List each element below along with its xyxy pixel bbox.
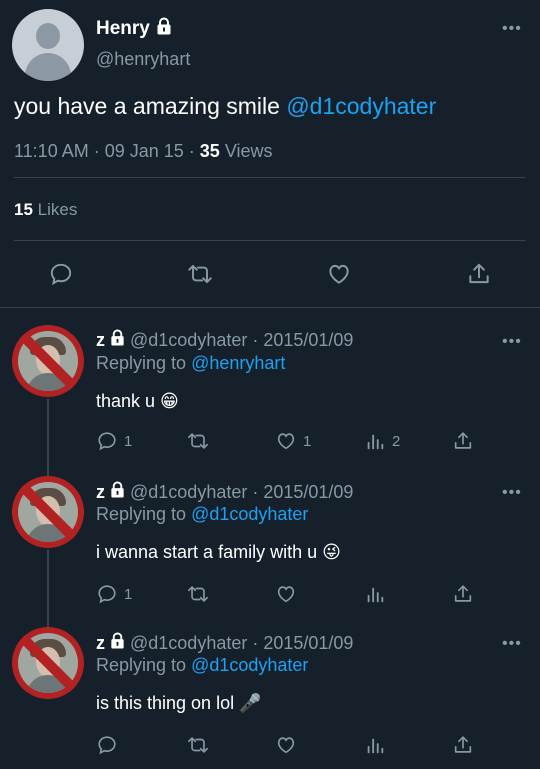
replying-label: Replying to <box>96 504 192 524</box>
views-icon[interactable] <box>364 734 386 756</box>
display-name-text[interactable]: Henry <box>96 18 150 40</box>
reply-header: z @d1codyhater · 2015/01/09 <box>96 632 353 654</box>
likes-stat[interactable]: 15 Likes <box>14 200 77 220</box>
reply-text: is this thing on lol 🎤 <box>96 693 262 713</box>
avatar[interactable] <box>12 476 84 548</box>
tweet-actions <box>0 257 540 289</box>
divider <box>14 177 526 178</box>
like-count: 1 <box>303 433 312 450</box>
tweet-meta: 11:10 AM · 09 Jan 15 · 35 Views <box>14 141 273 162</box>
retweet-icon[interactable] <box>186 430 210 452</box>
lock-icon <box>109 632 126 654</box>
like-icon[interactable] <box>275 430 297 452</box>
reply-text: i wanna start a family with u 😜 <box>96 542 341 562</box>
handle[interactable]: @henryhart <box>96 49 190 70</box>
more-icon[interactable]: ••• <box>502 333 522 351</box>
reply-icon[interactable] <box>96 430 118 452</box>
reply-icon[interactable] <box>48 261 74 287</box>
views-count: 35 <box>199 141 220 161</box>
handle-date[interactable]: @d1codyhater · 2015/01/09 <box>130 633 353 654</box>
avatar[interactable] <box>12 627 84 699</box>
display-name[interactable]: Henry <box>96 17 173 41</box>
tweet-text-body: you have a amazing smile <box>14 93 287 119</box>
replying-to: Replying to @henryhart <box>96 353 285 374</box>
replying-label: Replying to <box>96 353 192 373</box>
reply-actions: 1 <box>0 583 540 607</box>
views-label: Views <box>219 141 273 161</box>
more-icon[interactable]: ••• <box>502 20 522 38</box>
reply-icon[interactable] <box>96 734 118 756</box>
display-name[interactable]: z <box>96 330 105 351</box>
display-name[interactable]: z <box>96 482 105 503</box>
share-icon[interactable] <box>452 430 474 452</box>
mention-link[interactable]: @d1codyhater <box>191 655 308 675</box>
handle-date[interactable]: @d1codyhater · 2015/01/09 <box>130 330 353 351</box>
lock-icon <box>109 481 126 503</box>
replying-to: Replying to @d1codyhater <box>96 504 308 525</box>
like-icon[interactable] <box>326 261 352 287</box>
like-icon[interactable] <box>275 583 297 605</box>
mention-link[interactable]: @d1codyhater <box>286 93 436 119</box>
replying-label: Replying to <box>96 655 192 675</box>
reply-header: z @d1codyhater · 2015/01/09 <box>96 481 353 503</box>
mention-link[interactable]: @d1codyhater <box>191 504 308 524</box>
display-name[interactable]: z <box>96 633 105 654</box>
share-icon[interactable] <box>452 734 474 756</box>
replying-to: Replying to @d1codyhater <box>96 655 308 676</box>
reply-count: 1 <box>124 433 133 450</box>
views-icon[interactable] <box>364 583 386 605</box>
reply-count: 1 <box>124 586 133 603</box>
retweet-icon[interactable] <box>186 734 210 756</box>
reply-actions <box>0 734 540 758</box>
tweet-timestamp[interactable]: 11:10 AM · 09 Jan 15 · <box>14 141 200 161</box>
avatar[interactable] <box>12 325 84 397</box>
divider <box>14 240 526 241</box>
avatar[interactable] <box>12 9 84 81</box>
mention-link[interactable]: @henryhart <box>191 353 285 373</box>
tweet-text: you have a amazing smile @d1codyhater <box>14 93 436 120</box>
retweet-icon[interactable] <box>186 261 214 287</box>
more-icon[interactable]: ••• <box>502 484 522 502</box>
views-icon[interactable] <box>364 430 386 452</box>
share-icon[interactable] <box>466 261 492 287</box>
reply-actions: 1 1 2 <box>0 430 540 454</box>
reply-header: z @d1codyhater · 2015/01/09 <box>96 329 353 351</box>
like-icon[interactable] <box>275 734 297 756</box>
reply-text: thank u 😁 <box>96 391 179 411</box>
likes-count: 15 <box>14 200 33 219</box>
likes-label: Likes <box>32 200 78 219</box>
lock-icon <box>109 329 126 351</box>
share-icon[interactable] <box>452 583 474 605</box>
divider <box>0 307 540 308</box>
lock-icon <box>155 17 173 41</box>
reply-icon[interactable] <box>96 583 118 605</box>
more-icon[interactable]: ••• <box>502 635 522 653</box>
handle-date[interactable]: @d1codyhater · 2015/01/09 <box>130 482 353 503</box>
retweet-icon[interactable] <box>186 583 210 605</box>
views-count: 2 <box>392 433 401 450</box>
